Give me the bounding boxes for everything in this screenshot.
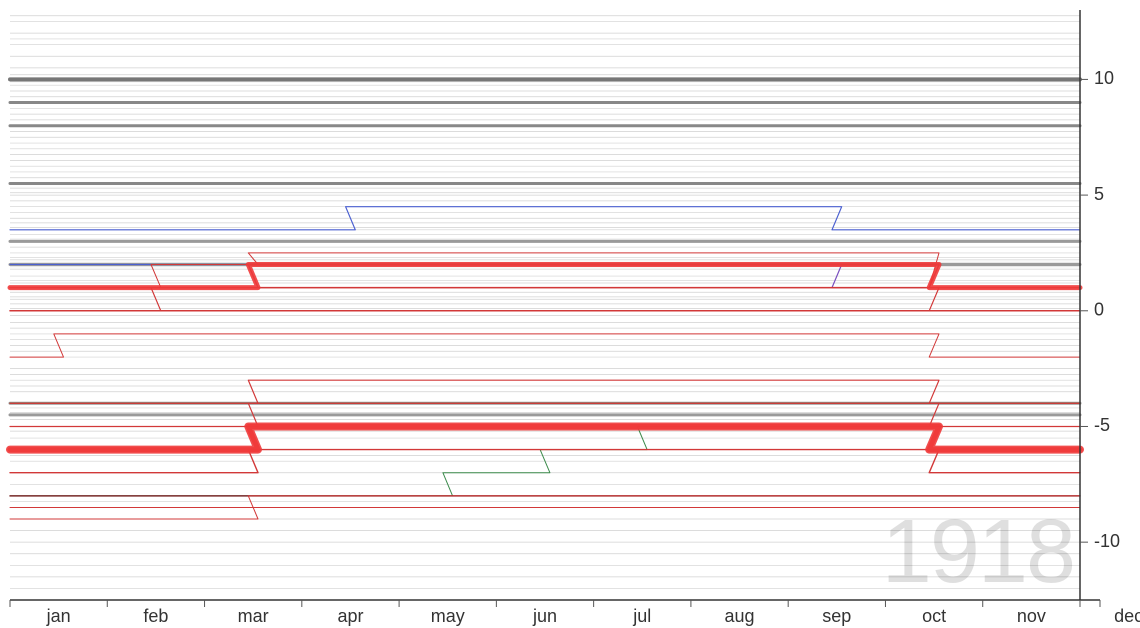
x-tick-label: dec xyxy=(1114,606,1140,626)
year-watermark: 1918 xyxy=(882,502,1074,602)
x-tick-label: aug xyxy=(725,606,755,626)
x-tick-label: sep xyxy=(822,606,851,626)
x-tick-label: jul xyxy=(632,606,651,626)
x-tick-label: oct xyxy=(922,606,946,626)
x-tick-label: feb xyxy=(143,606,168,626)
series-red-e xyxy=(10,253,1080,288)
y-tick-label: -5 xyxy=(1094,415,1110,435)
x-tick-label: mar xyxy=(238,606,269,626)
x-tick-label: may xyxy=(431,606,465,626)
y-tick-label: 0 xyxy=(1094,300,1104,320)
x-tick-label: nov xyxy=(1017,606,1046,626)
x-tick-label: jan xyxy=(46,606,71,626)
y-tick-label: 5 xyxy=(1094,184,1104,204)
timezone-year-chart: -10 -5 0 5 10 jan feb mar apr may jun jul aug sep oct n… xyxy=(0,0,1140,628)
x-tick-label: apr xyxy=(337,606,363,626)
y-tick-label: -10 xyxy=(1094,531,1120,551)
x-tick-label: jun xyxy=(532,606,557,626)
y-tick-label: 10 xyxy=(1094,68,1114,88)
